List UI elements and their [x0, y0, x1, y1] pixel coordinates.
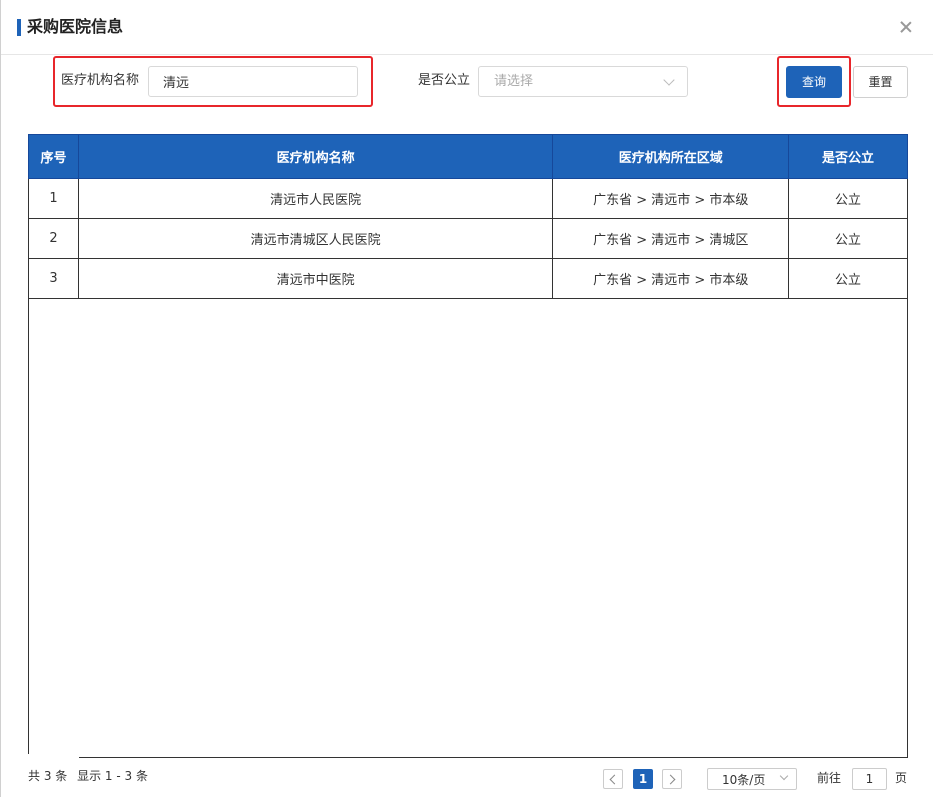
page-number-current[interactable]: 1 [633, 769, 653, 789]
table-row[interactable]: 2 清远市清城区人民医院 广东省 > 清远市 > 清城区 公立 [28, 218, 908, 259]
cell-institution-name: 清远市中医院 [77, 258, 554, 299]
hospital-table-container: 序号 医疗机构名称 医疗机构所在区域 是否公立 1 清远市人民医院 广东省 > … [28, 134, 908, 758]
chevron-left-icon [609, 774, 620, 785]
total-count: 共 3 条 [28, 769, 68, 783]
is-public-label: 是否公立 [418, 73, 471, 88]
prev-page-button[interactable] [603, 769, 623, 789]
institution-name-label: 医疗机构名称 [61, 73, 140, 88]
cell-index: 3 [28, 258, 79, 299]
goto-suffix: 页 [895, 771, 908, 785]
hospital-info-dialog: 采购医院信息 医疗机构名称 是否公立 请选择 查询 重置 序号 医疗机构名称 医… [0, 0, 933, 797]
chevron-down-icon [663, 74, 675, 86]
table-row[interactable]: 3 清远市中医院 广东省 > 清远市 > 市本级 公立 [28, 258, 908, 299]
cell-region: 广东省 > 清远市 > 市本级 [552, 258, 790, 299]
dialog-title: 采购医院信息 [27, 17, 124, 36]
chevron-right-icon [665, 774, 676, 785]
page-size-value: 10条/页 [722, 773, 766, 787]
goto-label: 前往 [817, 771, 842, 785]
cell-index: 2 [28, 218, 79, 259]
cell-institution-name: 清远市清城区人民医院 [77, 218, 554, 259]
cell-is-public: 公立 [788, 178, 908, 219]
header-index: 序号 [28, 134, 79, 179]
chevron-down-icon [779, 771, 789, 781]
title-accent-bar [17, 19, 21, 36]
header-region: 医疗机构所在区域 [552, 134, 790, 179]
cell-region: 广东省 > 清远市 > 清城区 [552, 218, 790, 259]
cell-region: 广东省 > 清远市 > 市本级 [552, 178, 790, 219]
table-row[interactable]: 1 清远市人民医院 广东省 > 清远市 > 市本级 公立 [28, 178, 908, 219]
next-page-button[interactable] [662, 769, 682, 789]
is-public-placeholder: 请选择 [494, 74, 534, 89]
table-border-gap [27, 754, 79, 760]
institution-name-input[interactable] [148, 66, 358, 97]
cell-is-public: 公立 [788, 258, 908, 299]
header-is-public: 是否公立 [788, 134, 908, 179]
close-icon[interactable] [898, 19, 914, 35]
goto-page-input[interactable] [852, 768, 887, 790]
hospital-table: 序号 医疗机构名称 医疗机构所在区域 是否公立 1 清远市人民医院 广东省 > … [28, 134, 908, 299]
cell-index: 1 [28, 178, 79, 219]
table-header-row: 序号 医疗机构名称 医疗机构所在区域 是否公立 [28, 134, 908, 179]
pagination-summary: 共 3 条 显示 1 - 3 条 [28, 768, 154, 784]
cell-institution-name: 清远市人民医院 [77, 178, 554, 219]
display-range: 显示 1 - 3 条 [77, 769, 148, 783]
cell-is-public: 公立 [788, 218, 908, 259]
dialog-header: 采购医院信息 [1, 0, 933, 55]
is-public-select[interactable]: 请选择 [478, 66, 688, 97]
page-size-select[interactable]: 10条/页 [707, 768, 797, 790]
reset-button[interactable]: 重置 [853, 66, 908, 98]
query-button[interactable]: 查询 [786, 66, 842, 98]
header-institution-name: 医疗机构名称 [77, 134, 554, 179]
